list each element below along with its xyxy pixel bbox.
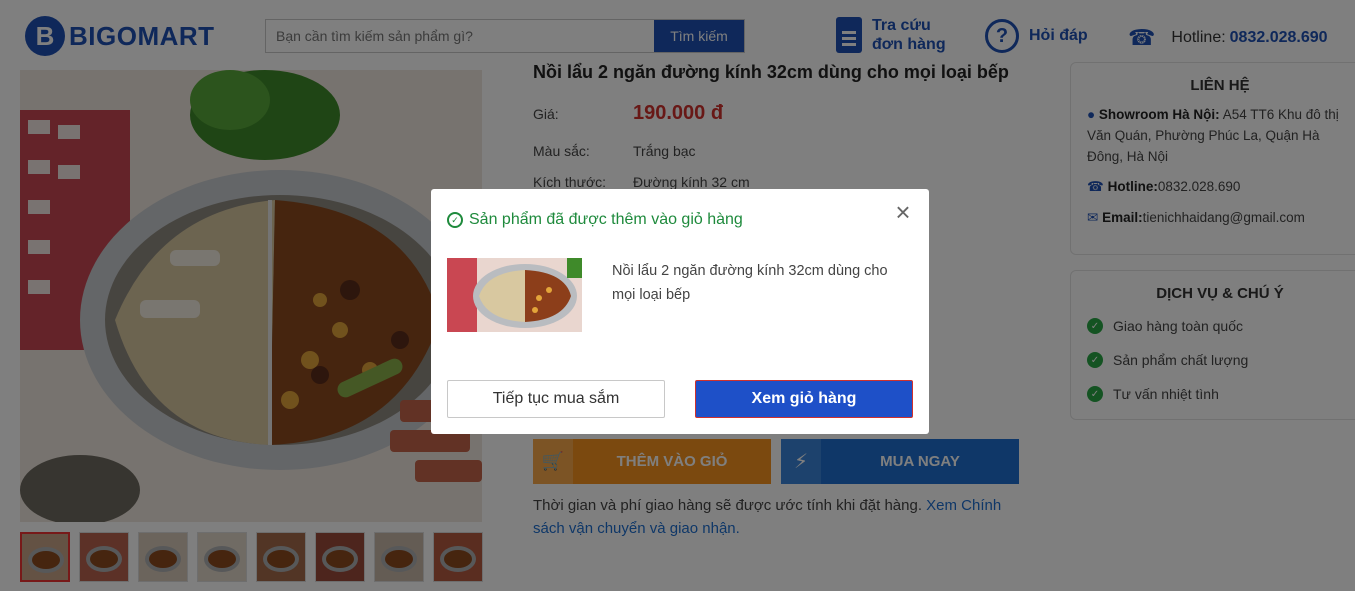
view-cart-button[interactable]: Xem giỏ hàng	[695, 380, 913, 418]
check-circle-icon: ✓	[447, 212, 463, 228]
success-message: ✓ Sản phẩm đã được thêm vào giỏ hàng	[447, 211, 743, 229]
continue-shopping-button[interactable]: Tiếp tục mua sắm	[447, 380, 665, 418]
hotpot-thumbnail	[447, 258, 582, 332]
added-to-cart-modal: ✓ Sản phẩm đã được thêm vào giỏ hàng × N…	[431, 189, 929, 434]
modal-product-name: Nồi lẩu 2 ngăn đường kính 32cm dùng cho …	[612, 263, 888, 303]
modal-product-image	[447, 258, 582, 332]
close-icon[interactable]: ×	[891, 199, 915, 225]
success-message-text: Sản phẩm đã được thêm vào giỏ hàng	[469, 211, 743, 228]
